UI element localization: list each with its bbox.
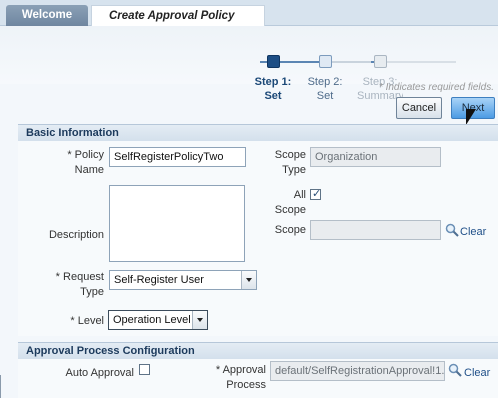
scope-label: Scope	[274, 224, 306, 236]
approval-process-clear-link[interactable]: Clear	[464, 366, 490, 380]
request-type-select[interactable]: Self-Register User	[109, 270, 257, 290]
scope-field	[310, 220, 441, 240]
scope-clear-link[interactable]: Clear	[460, 225, 486, 239]
train-stop-step-3	[374, 55, 387, 68]
level-label: * Level	[40, 314, 104, 329]
all-scope-label: All Scope	[274, 189, 306, 216]
description-label: Description	[48, 229, 104, 241]
tab-bar: Welcome Create Approval Policy	[0, 0, 498, 26]
tab-create-approval-policy[interactable]: Create Approval Policy	[91, 5, 265, 26]
request-type-selected: Self-Register User	[114, 274, 204, 286]
checkmark-icon: ✓	[312, 188, 322, 200]
train-step-1-label[interactable]: Step 1: Set	[250, 75, 296, 102]
all-scope-checkbox[interactable]: ✓	[310, 188, 322, 200]
divider	[0, 375, 1, 398]
train-step-2-label[interactable]: Step 2: Set	[302, 75, 348, 102]
level-selected: Operation Level	[113, 314, 191, 326]
approval-process-label: * Approval Process	[206, 363, 266, 393]
train-connector	[386, 61, 456, 63]
required-marker: *	[215, 364, 221, 376]
auto-approval-label: Auto Approval	[65, 367, 135, 379]
policy-name-label-text: Policy Name	[74, 149, 104, 176]
auto-approval-checkbox[interactable]	[139, 364, 150, 375]
cancel-button[interactable]: Cancel	[396, 97, 442, 119]
policy-name-label: * Policy Name	[40, 148, 104, 178]
approval-process-header: Approval Process Configuration	[18, 342, 498, 359]
approval-process-field: default/SelfRegistrationApproval!1.0	[270, 361, 445, 381]
train-stop-step-1[interactable]	[267, 55, 280, 68]
required-marker: *	[70, 315, 75, 327]
scope-type-field: Organization	[310, 147, 441, 167]
wizard-train: Step 1: Set Step 2: Set Step 3: Summary	[0, 26, 498, 102]
chevron-down-icon[interactable]	[192, 311, 207, 329]
train-stop-step-2[interactable]	[319, 55, 332, 68]
tab-welcome[interactable]: Welcome	[6, 5, 88, 26]
search-icon[interactable]	[445, 223, 459, 237]
search-icon[interactable]	[448, 363, 462, 377]
basic-information-header: Basic Information	[18, 124, 498, 141]
request-type-label-text: Request Type	[63, 271, 104, 298]
chevron-down-icon[interactable]	[241, 271, 256, 289]
required-marker: *	[55, 271, 60, 283]
scope-type-label: Scope Type	[274, 149, 306, 176]
required-fields-note: * Indicates required fields.	[378, 82, 494, 93]
description-textarea[interactable]	[109, 185, 245, 262]
mouse-cursor-icon	[466, 109, 476, 125]
train-connector	[331, 61, 371, 63]
level-label-text: Level	[77, 315, 104, 327]
request-type-label: * Request Type	[40, 270, 104, 300]
approval-process-label-text: Approval Process	[222, 364, 266, 391]
policy-name-input[interactable]: SelfRegisterPolicyTwo	[109, 147, 246, 167]
required-marker: *	[67, 149, 72, 161]
level-select[interactable]: Operation Level	[108, 310, 208, 330]
